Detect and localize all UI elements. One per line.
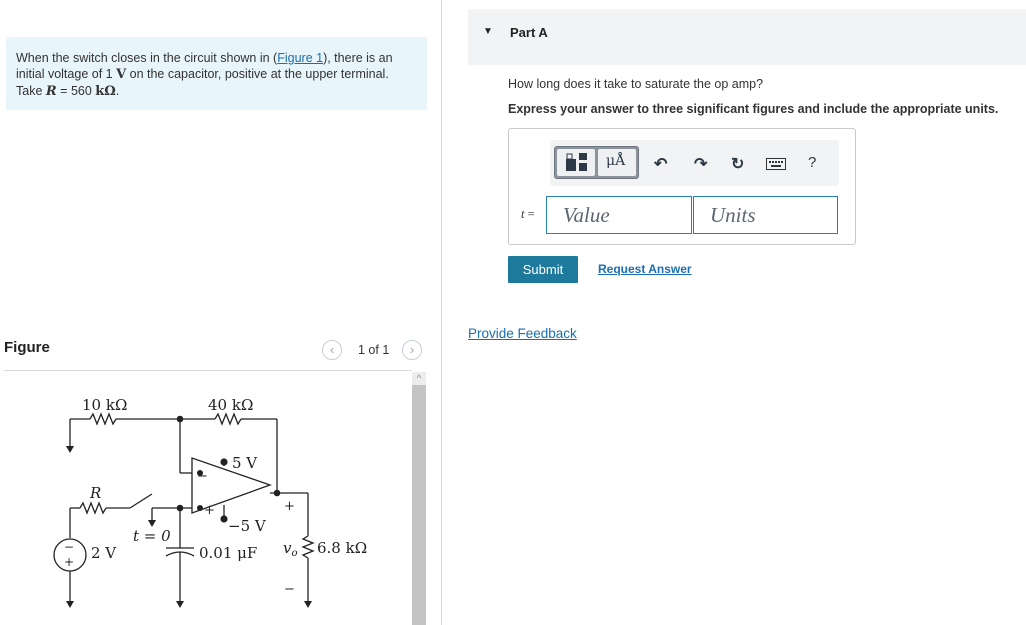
request-answer-link[interactable]: Request Answer (598, 262, 692, 276)
left-pane: When the switch closes in the circuit sh… (0, 0, 440, 625)
variable-label: t = (521, 207, 535, 221)
figure-heading: Figure (4, 339, 50, 356)
help-icon[interactable]: ? (808, 154, 816, 171)
reset-icon[interactable]: ↻ (731, 154, 744, 174)
math-toolbar: μÅ ↶ ↷ ↻ ? (550, 140, 839, 186)
undo-icon[interactable]: ↶ (654, 154, 667, 174)
source-minus-sign: − (64, 540, 74, 554)
source-label: 2 V (91, 544, 117, 562)
circuit-diagram: 10 kΩ 40 kΩ 5 V −5 V R t = 0 2 V 0.01 μF… (53, 396, 367, 608)
noninverting-sign: + (204, 503, 215, 518)
value-input[interactable]: Value (546, 196, 692, 234)
output-minus-sign: − (284, 582, 295, 597)
problem-statement: When the switch closes in the circuit sh… (6, 37, 427, 110)
collapse-triangle-icon[interactable]: ▼ (483, 26, 493, 37)
scrollbar-thumb[interactable] (412, 385, 426, 625)
output-plus-sign: + (284, 499, 295, 514)
provide-feedback-link[interactable]: Provide Feedback (468, 326, 577, 341)
inverting-sign: − (197, 469, 208, 484)
template-icon[interactable] (557, 149, 595, 176)
question-text: How long does it take to saturate the op… (508, 77, 764, 91)
submit-button[interactable]: Submit (508, 256, 578, 283)
redo-icon[interactable]: ↷ (694, 154, 707, 174)
resistor-r-label: R (89, 484, 101, 502)
figure-divider (4, 370, 412, 371)
resistor-40k-label: 40 kΩ (208, 396, 253, 414)
switch-label: t = 0 (133, 527, 171, 545)
units-icon[interactable]: μÅ (598, 149, 636, 176)
capacitor-label: 0.01 μF (199, 544, 257, 562)
answer-box: μÅ ↶ ↷ ↻ ? t = Value Units (508, 128, 856, 245)
output-voltage-label: vo (283, 539, 298, 559)
instruction-text: Express your answer to three significant… (508, 102, 999, 116)
figure-pager: ‹ 1 of 1 › (322, 340, 428, 362)
chevron-left-icon[interactable]: ‹ (322, 340, 342, 360)
part-a-header[interactable]: ▼ Part A (468, 9, 1026, 65)
load-resistor-label: 6.8 kΩ (317, 539, 367, 557)
negative-supply-label: −5 V (228, 517, 267, 535)
part-title: Part A (510, 25, 548, 40)
toolbar-template-group: μÅ (554, 146, 639, 179)
resistor-10k-label: 10 kΩ (82, 396, 127, 414)
right-pane: ▼ Part A How long does it take to satura… (441, 0, 1026, 625)
positive-supply-label: 5 V (232, 454, 258, 472)
keyboard-icon[interactable] (766, 157, 786, 175)
scroll-up-icon[interactable]: ^ (412, 372, 426, 384)
source-plus-sign: + (64, 555, 74, 569)
units-input[interactable]: Units (693, 196, 838, 234)
figure-link[interactable]: Figure 1 (277, 51, 323, 65)
chevron-right-icon[interactable]: › (402, 340, 422, 360)
pager-text: 1 of 1 (358, 343, 390, 357)
